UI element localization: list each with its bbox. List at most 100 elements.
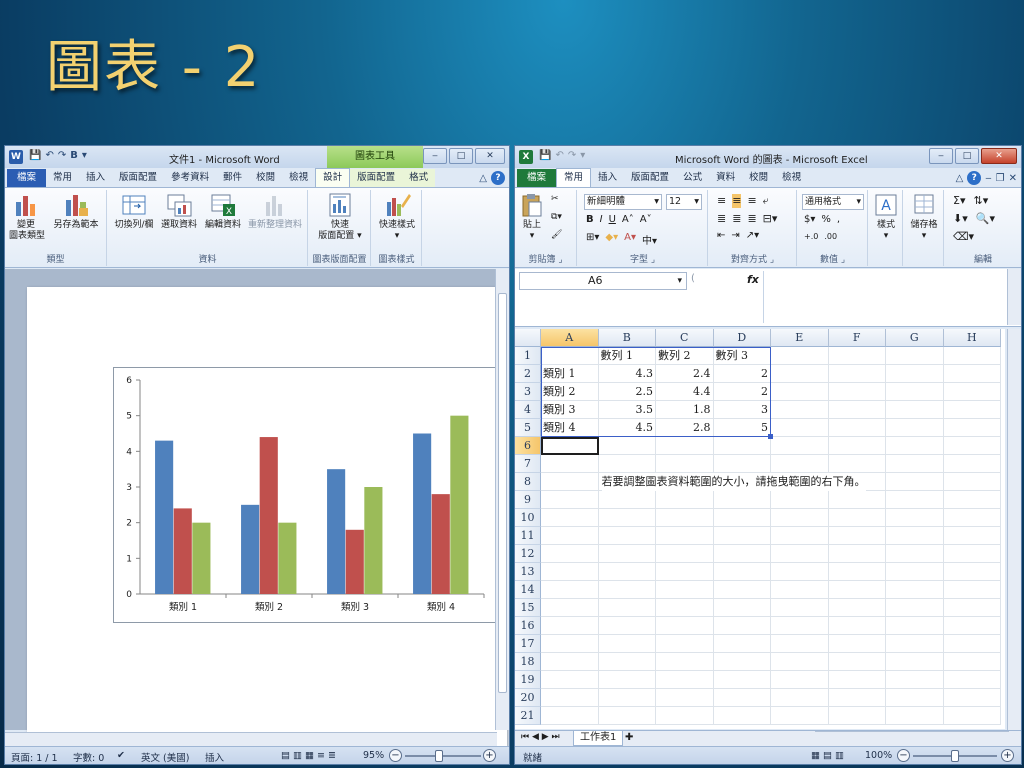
scroll-thumb[interactable] [498,293,507,693]
cell-c14[interactable] [656,581,714,599]
decrease-font-icon[interactable]: A˅ [640,214,652,225]
cell-h12[interactable] [943,545,1001,563]
cell-b2[interactable]: 4.3 [598,365,656,383]
cell-e19[interactable] [771,671,829,689]
cell-c19[interactable] [656,671,714,689]
cell-c2[interactable]: 2.4 [656,365,714,383]
cell-d14[interactable] [713,581,771,599]
cell-e9[interactable] [771,491,829,509]
column-header-h[interactable]: H [943,329,1001,347]
tab-insert[interactable]: 插入 [79,169,112,187]
align-center-icon[interactable]: ≣ [732,212,741,225]
cell-c5[interactable]: 2.8 [656,419,714,437]
cell-b17[interactable] [598,635,656,653]
cell-g10[interactable] [886,509,944,527]
cell-b7[interactable] [598,455,656,473]
excel-app-icon[interactable]: X [519,150,533,164]
quick-layout-button[interactable]: 快速 版面配置 ▾ [315,192,365,242]
cell-c10[interactable] [656,509,714,527]
zoom-in-button[interactable]: + [1001,749,1014,762]
tab-formulas[interactable]: 公式 [676,169,709,187]
cell-f1[interactable] [828,347,886,365]
cell-b10[interactable] [598,509,656,527]
tab-chart-design[interactable]: 設計 [315,168,351,187]
cell-f10[interactable] [828,509,886,527]
cell-c11[interactable] [656,527,714,545]
column-header-d[interactable]: D [713,329,771,347]
insert-sheet-icon[interactable]: ✚ [625,732,633,743]
row-header-2[interactable]: 2 [515,365,541,383]
cell-g15[interactable] [886,599,944,617]
cell-g20[interactable] [886,689,944,707]
fill-color-icon[interactable]: ◆▾ [605,232,618,247]
cell-a16[interactable] [541,617,599,635]
cell-a21[interactable] [541,707,599,725]
select-all-corner[interactable] [515,329,541,347]
cell-f13[interactable] [828,563,886,581]
tab-home[interactable]: 常用 [556,168,592,187]
row-header-16[interactable]: 16 [515,617,541,635]
tab-insert[interactable]: 插入 [591,169,624,187]
cell-g16[interactable] [886,617,944,635]
cell-b19[interactable] [598,671,656,689]
tab-review[interactable]: 校閱 [249,169,282,187]
clear-icon[interactable]: ⌫▾ [953,230,974,243]
fill-icon[interactable]: ⬇▾ [953,212,968,225]
cell-d18[interactable] [713,653,771,671]
sheet-nav-buttons-icon[interactable]: ⏮ ◀ ▶ ⏭ [521,732,560,742]
cell-e12[interactable] [771,545,829,563]
row-header-11[interactable]: 11 [515,527,541,545]
zoom-slider-thumb[interactable] [435,750,443,762]
row-header-21[interactable]: 21 [515,707,541,725]
cell-h5[interactable] [943,419,1001,437]
cell-g11[interactable] [886,527,944,545]
view-buttons-icon[interactable]: ▤ ▥ ▦ ≡ ≣ [281,750,336,761]
cell-g5[interactable] [886,419,944,437]
switch-row-column-button[interactable]: 切換列/欄 [112,192,156,231]
cell-b6[interactable] [598,437,656,455]
copy-icon[interactable]: ⧉▾ [551,212,562,222]
number-format-select[interactable]: 通用格式 ▾ [802,194,864,210]
row-header-12[interactable]: 12 [515,545,541,563]
cell-b15[interactable] [598,599,656,617]
minimize-button[interactable]: ‒ [423,148,447,164]
cell-f18[interactable] [828,653,886,671]
cell-a1[interactable] [541,347,599,365]
cell-c12[interactable] [656,545,714,563]
cell-d5[interactable]: 5 [713,419,771,437]
cut-icon[interactable]: ✂ [551,194,559,204]
cell-b16[interactable] [598,617,656,635]
cell-e14[interactable] [771,581,829,599]
view-buttons-icon[interactable]: ▦ ▤ ▥ [811,750,844,761]
cell-f7[interactable] [828,455,886,473]
cell-g21[interactable] [886,707,944,725]
zoom-in-button[interactable]: + [483,749,496,762]
cell-g18[interactable] [886,653,944,671]
cell-f3[interactable] [828,383,886,401]
cell-f15[interactable] [828,599,886,617]
tab-chart-format[interactable]: 格式 [402,169,436,187]
formula-cancel-icon[interactable]: ( [691,273,695,284]
cell-e21[interactable] [771,707,829,725]
maximize-button[interactable]: □ [449,148,473,164]
cell-h20[interactable] [943,689,1001,707]
redo-icon[interactable]: ↷ [568,150,576,161]
bold-button[interactable]: B [586,214,594,225]
status-zoom-level[interactable]: 95% [363,750,384,761]
cells-button[interactable]: 儲存格 ▾ [908,192,940,242]
tab-chart-layout[interactable]: 版面配置 [350,169,403,187]
autosum-icon[interactable]: Σ▾ [953,194,965,207]
cell-h1[interactable] [943,347,1001,365]
sort-filter-icon[interactable]: ⇅▾ [973,194,988,207]
align-bottom-icon[interactable]: ≡ [747,194,756,208]
vertical-scrollbar[interactable] [495,269,509,730]
worksheet-grid[interactable]: A B C D E F G H 1 數列 1 數列 2 數列 3 2 類別 1 4.3 2.4 2 3 類別 2 2.… [515,329,1005,729]
customize-qat-icon[interactable]: ▾ [580,150,585,161]
cell-c15[interactable] [656,599,714,617]
cell-c3[interactable]: 4.4 [656,383,714,401]
row-header-14[interactable]: 14 [515,581,541,599]
cell-a9[interactable] [541,491,599,509]
range-resize-handle[interactable] [768,434,773,439]
styles-button[interactable]: A 樣式 ▾ [871,192,901,242]
status-language[interactable]: 英文 (美國) [141,750,189,764]
